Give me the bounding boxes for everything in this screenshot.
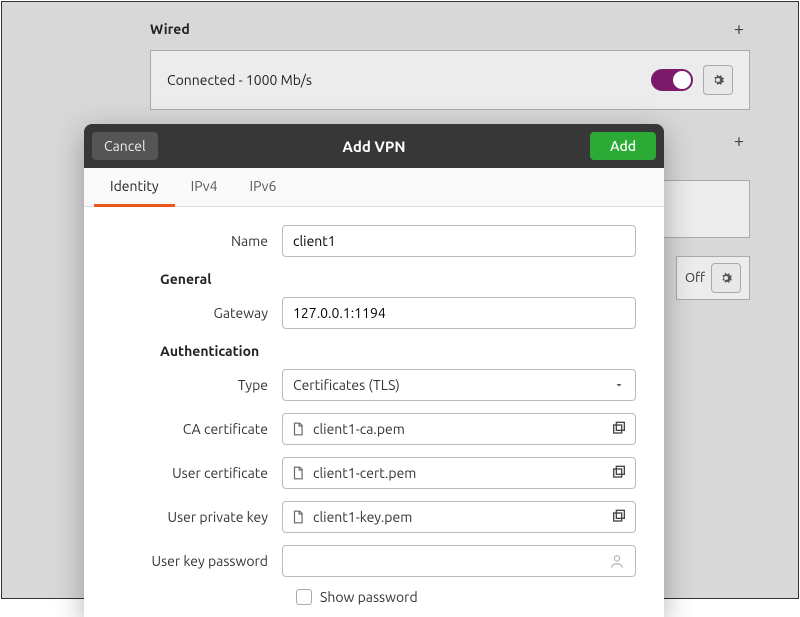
add-vpn-button-bg[interactable]: +: [728, 130, 750, 152]
file-icon: [291, 510, 305, 524]
type-select-value: Certificates (TLS): [293, 377, 400, 393]
gear-icon: [710, 72, 726, 88]
wired-connection-row[interactable]: Connected - 1000 Mb/s: [150, 50, 750, 110]
ca-cert-chooser[interactable]: client1-ca.pem: [282, 413, 636, 445]
chevron-down-icon: [613, 379, 625, 391]
tab-ipv4[interactable]: IPv4: [175, 168, 234, 206]
proxy-row-bg[interactable]: Off: [676, 256, 750, 300]
add-vpn-dialog: Cancel Add VPN Add Identity IPv4 IPv6 Na…: [84, 124, 664, 617]
gear-icon: [718, 270, 734, 286]
show-password-label: Show password: [320, 589, 418, 605]
user-key-label: User private key: [112, 509, 282, 525]
user-cert-chooser[interactable]: client1-cert.pem: [282, 457, 636, 489]
ca-cert-filename: client1-ca.pem: [313, 421, 603, 437]
gateway-label: Gateway: [112, 305, 282, 321]
dialog-tabs: Identity IPv4 IPv6: [84, 168, 664, 207]
add-button[interactable]: Add: [590, 132, 656, 160]
add-wired-button[interactable]: +: [728, 18, 750, 40]
show-password-checkbox[interactable]: [296, 589, 312, 605]
ca-cert-label: CA certificate: [112, 421, 282, 437]
wired-status-text: Connected - 1000 Mb/s: [167, 72, 312, 88]
user-key-filename: client1-key.pem: [313, 509, 603, 525]
proxy-settings-button[interactable]: [711, 263, 741, 293]
user-cert-label: User certificate: [112, 465, 282, 481]
name-input[interactable]: [282, 225, 636, 257]
user-key-chooser[interactable]: client1-key.pem: [282, 501, 636, 533]
user-cert-filename: client1-cert.pem: [313, 465, 603, 481]
browse-icon: [611, 465, 627, 481]
person-icon: [609, 553, 625, 569]
type-select[interactable]: Certificates (TLS): [282, 369, 636, 401]
wired-settings-button[interactable]: [703, 65, 733, 95]
proxy-off-label: Off: [685, 271, 705, 285]
user-key-password-input[interactable]: [293, 553, 609, 569]
authentication-heading: Authentication: [160, 343, 636, 359]
general-heading: General: [160, 271, 636, 287]
type-label: Type: [112, 377, 282, 393]
dialog-header: Cancel Add VPN Add: [84, 124, 664, 168]
dialog-title: Add VPN: [342, 138, 405, 155]
file-icon: [291, 466, 305, 480]
browse-icon: [611, 421, 627, 437]
tab-identity[interactable]: Identity: [94, 168, 175, 207]
name-label: Name: [112, 233, 282, 249]
user-key-password-label: User key password: [112, 553, 282, 569]
file-icon: [291, 422, 305, 436]
browse-icon: [611, 509, 627, 525]
tab-ipv6[interactable]: IPv6: [234, 168, 293, 206]
cancel-button[interactable]: Cancel: [92, 132, 158, 160]
gateway-input[interactable]: [282, 297, 636, 329]
wired-toggle[interactable]: [651, 69, 693, 91]
wired-section-title: Wired: [150, 21, 190, 37]
